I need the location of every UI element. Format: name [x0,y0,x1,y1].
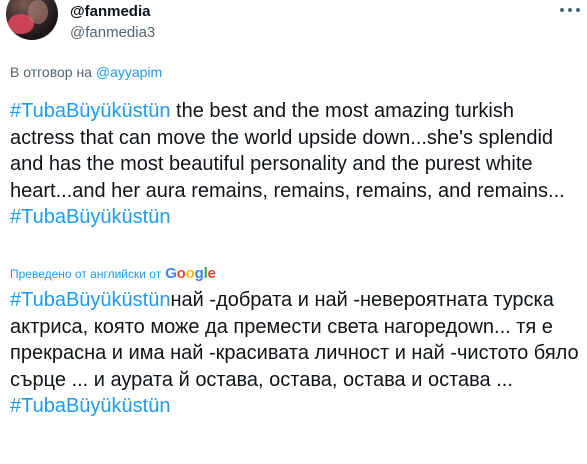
dot [560,8,564,12]
hashtag-link[interactable]: #TubaBüyüküstün [10,100,170,122]
hashtag-link[interactable]: #TubaBüyüküstün [10,289,170,311]
logo-letter: G [165,265,177,282]
avatar-face [28,0,48,24]
user-handle[interactable]: @fanmedia3 [70,24,155,41]
logo-letter: e [207,265,216,282]
tweet-text-original: #TubaBüyüküstün the best and the most am… [10,98,580,231]
user-display-name[interactable]: @fanmedia [70,3,150,20]
tweet-text-translated: #TubaBüyüküstünнай -добрата и най -невер… [10,287,580,420]
logo-letter: o [185,265,195,282]
more-horizontal-icon[interactable] [560,2,580,18]
translation-credit[interactable]: Преведено от английски от Google [10,265,216,282]
reply-to-link[interactable]: @ayyapim [96,64,162,80]
reply-prefix: В отговор на [10,64,96,80]
google-logo: Google [165,265,216,282]
logo-letter: o [176,265,186,282]
reply-context: В отговор на @ayyapim [10,64,162,80]
dot [576,8,580,12]
logo-letter: g [194,265,204,282]
translation-label: Преведено от английски от [10,266,162,281]
avatar[interactable] [6,0,58,40]
hashtag-link[interactable]: #TubaBüyüküstün [10,395,170,417]
hashtag-link[interactable]: #TubaBüyüküstün [10,206,170,228]
dot [568,8,572,12]
tweet-header: @fanmedia @fanmedia3 [0,0,587,56]
